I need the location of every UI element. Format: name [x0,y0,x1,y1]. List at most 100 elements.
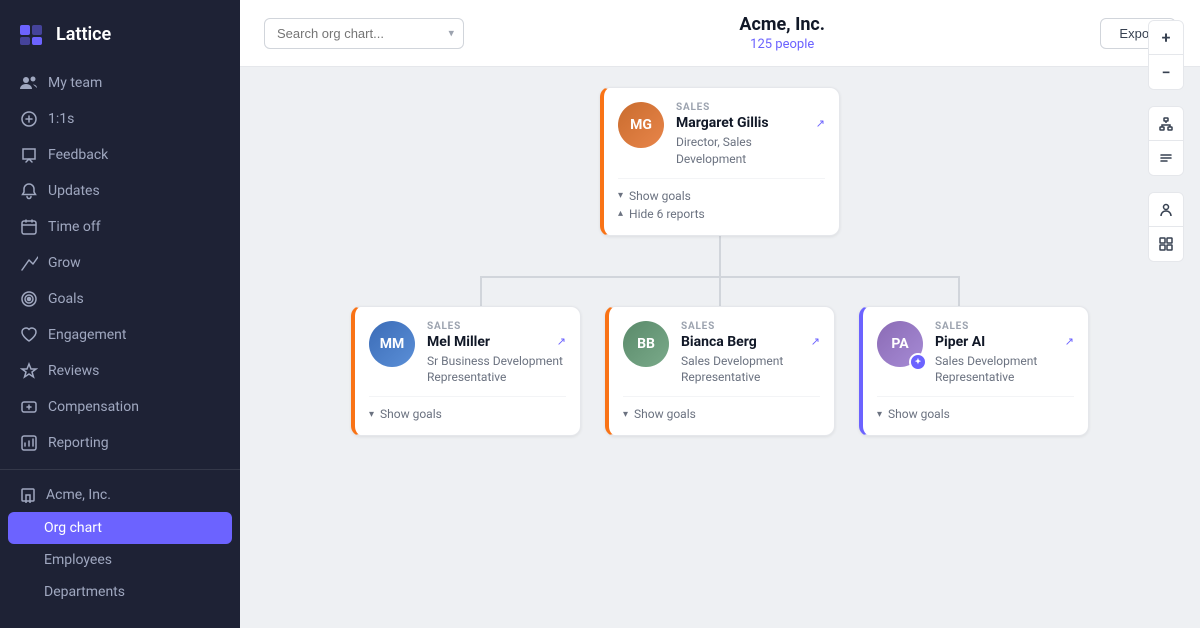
person-view-button[interactable] [1149,193,1183,227]
logo-text: Lattice [56,24,111,45]
ai-badge: ✦ [909,353,927,371]
company-header[interactable]: Acme, Inc. [0,478,240,512]
view-controls [1148,192,1184,262]
node-name-row-piper: Piper AI ↗ [935,334,1074,350]
sidebar-item-my-team[interactable]: My team [0,65,240,101]
children-row: MM SALES Mel Miller ↗ Sr Business Develo… [351,276,1089,437]
employees-label: Employees [44,552,112,568]
org-node-root: MG SALES Margaret Gillis ↗ Director, Sal… [600,87,840,236]
sidebar-item-reporting[interactable]: Reporting [0,425,240,461]
time-off-label: Time off [48,219,101,235]
people-count: 125 people [739,37,825,52]
sidebar-item-goals[interactable]: Goals [0,281,240,317]
zoom-out-button[interactable]: − [1149,55,1183,89]
avatar-wrapper-mel: MM [369,321,415,367]
reporting-label: Reporting [48,435,109,451]
connector-v-root [719,236,721,276]
sidebar-item-org-chart[interactable]: Org chart [8,512,232,544]
node-info-mel: SALES Mel Miller ↗ Sr Business Developme… [427,321,566,387]
sidebar-item-departments[interactable]: Departments [0,576,240,608]
external-link-icon-piper[interactable]: ↗ [1065,335,1074,348]
list-view-button[interactable] [1149,141,1183,175]
org-node-piper: PA ✦ SALES Piper AI ↗ Sales Development … [859,306,1089,437]
show-goals-toggle-piper[interactable]: ▾ Show goals [877,407,1074,421]
node-footer-root: ▾ Show goals ▴ Hide 6 reports [618,178,825,221]
zoom-in-button[interactable]: + [1149,21,1183,55]
org-node-bianca: BB SALES Bianca Berg ↗ Sales Development… [605,306,835,437]
node-footer-bianca: ▾ Show goals [623,396,820,421]
people-icon [20,74,38,92]
node-name-mel: Mel Miller [427,334,490,350]
sidebar-item-feedback[interactable]: Feedback [0,137,240,173]
node-dept-mel: SALES [427,321,566,332]
avatar-bianca: BB [623,321,669,367]
layout-controls [1148,106,1184,176]
chevron-down-icon-piper: ▾ [877,409,882,420]
node-header-bianca: BB SALES Bianca Berg ↗ Sales Development… [623,321,820,387]
external-link-icon-bianca[interactable]: ↗ [811,335,820,348]
company-name-sidebar: Acme, Inc. [46,487,111,503]
departments-label: Departments [44,584,125,600]
show-goals-toggle-root[interactable]: ▾ Show goals [618,189,825,203]
external-link-icon-mel[interactable]: ↗ [557,335,566,348]
goals-label: Goals [48,291,84,307]
sidebar-nav: My team 1:1s Feedback Updates [0,65,240,612]
grid-view-button[interactable] [1149,227,1183,261]
node-dept-piper: SALES [935,321,1074,332]
sidebar-item-updates[interactable]: Updates [0,173,240,209]
show-goals-label-bianca: Show goals [634,407,696,421]
calendar-icon [20,218,38,236]
topbar: ▾ Acme, Inc. 125 people Export [240,0,1200,67]
sidebar-item-reviews[interactable]: Reviews [0,353,240,389]
sidebar: Lattice My team 1:1s Feedback [0,0,240,628]
sidebar-item-community[interactable]: Community [0,608,240,612]
node-title-piper: Sales Development Representative [935,353,1074,387]
reviews-icon [20,362,38,380]
node-title-mel: Sr Business Development Representative [427,353,566,387]
building-icon [20,487,36,503]
sidebar-item-engagement[interactable]: Engagement [0,317,240,353]
node-header-mel: MM SALES Mel Miller ↗ Sr Business Develo… [369,321,566,387]
lattice-logo-icon [20,25,48,45]
company-section: Acme, Inc. Org chart Employees Departmen… [0,469,240,612]
org-chart-wrapper: MG SALES Margaret Gillis ↗ Director, Sal… [240,67,1200,436]
avatar-wrapper-piper: PA ✦ [877,321,923,367]
node-name-row-mel: Mel Miller ↗ [427,334,566,350]
avatar-wrapper-root: MG [618,102,664,148]
sidebar-item-ones[interactable]: 1:1s [0,101,240,137]
node-dept-bianca: SALES [681,321,820,332]
node-info-root: SALES Margaret Gillis ↗ Director, Sales … [676,102,825,168]
node-footer-mel: ▾ Show goals [369,396,566,421]
node-dept-root: SALES [676,102,825,113]
chat-icon [20,110,38,128]
search-input[interactable] [264,18,464,49]
heart-icon [20,326,38,344]
chevron-up-icon: ▴ [618,208,623,219]
chevron-down-icon-bianca: ▾ [623,409,628,420]
show-goals-toggle-bianca[interactable]: ▾ Show goals [623,407,820,421]
show-goals-label-mel: Show goals [380,407,442,421]
sidebar-item-grow[interactable]: Grow [0,245,240,281]
feedback-label: Feedback [48,147,108,163]
node-title-root: Director, Sales Development [676,134,825,168]
avatar-wrapper-bianca: BB [623,321,669,367]
search-wrapper: ▾ [264,18,464,49]
compensation-icon [20,398,38,416]
hide-reports-toggle-root[interactable]: ▴ Hide 6 reports [618,207,825,221]
main-content: ▾ Acme, Inc. 125 people Export MG SALES … [240,0,1200,628]
engagement-label: Engagement [48,327,126,343]
chevron-down-icon: ▾ [618,190,623,201]
show-goals-label-piper: Show goals [888,407,950,421]
node-footer-piper: ▾ Show goals [877,396,1074,421]
grow-icon [20,254,38,272]
search-chevron-icon: ▾ [448,27,454,40]
reporting-icon [20,434,38,452]
hierarchy-view-button[interactable] [1149,107,1183,141]
company-title-block: Acme, Inc. 125 people [739,14,825,52]
org-chart-label: Org chart [44,520,102,536]
sidebar-item-compensation[interactable]: Compensation [0,389,240,425]
sidebar-item-time-off[interactable]: Time off [0,209,240,245]
external-link-icon-root[interactable]: ↗ [816,117,825,130]
show-goals-toggle-mel[interactable]: ▾ Show goals [369,407,566,421]
sidebar-item-employees[interactable]: Employees [0,544,240,576]
